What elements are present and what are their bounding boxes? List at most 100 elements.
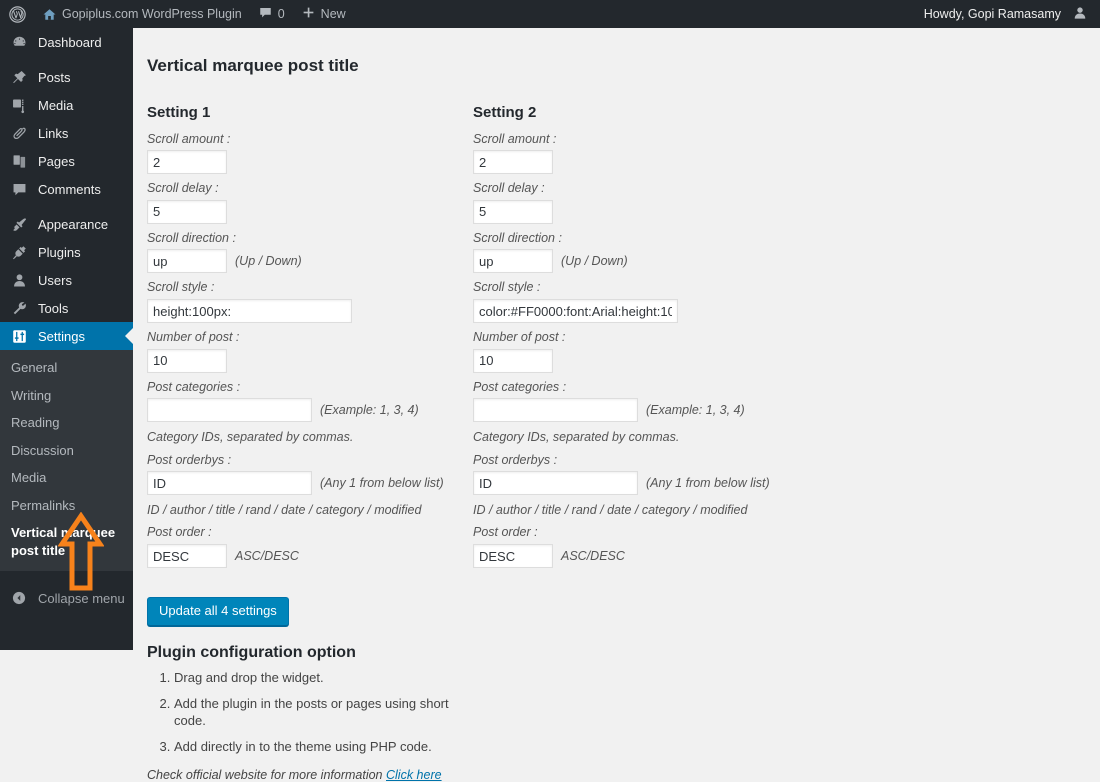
collapse-menu-button[interactable]: Collapse menu — [0, 581, 133, 615]
sidebar-item-label: Settings — [38, 328, 85, 344]
sidebar-item-users[interactable]: Users — [0, 266, 133, 294]
comment-bubble-icon — [9, 179, 29, 199]
sidebar-item-label: Comments — [38, 181, 101, 197]
sidebar-item-comments[interactable]: Comments — [0, 175, 133, 203]
wrench-icon — [9, 298, 29, 318]
sidebar-item-settings[interactable]: Settings — [0, 322, 133, 350]
sidebar-divider — [0, 56, 133, 63]
comments-count: 0 — [277, 7, 285, 21]
post-orderbys-input-2[interactable] — [473, 471, 638, 496]
comments-menu[interactable]: 0 — [250, 0, 293, 28]
click-here-link[interactable]: Click here — [386, 768, 442, 782]
link-icon — [9, 123, 29, 143]
wordpress-logo-button[interactable] — [0, 0, 34, 28]
plug-icon — [9, 242, 29, 262]
update-all-settings-button[interactable]: Update all 4 settings — [147, 597, 289, 627]
new-content-menu[interactable]: New — [293, 0, 354, 28]
submenu-item-discussion[interactable]: Discussion — [0, 437, 133, 465]
sidebar-item-label: Users — [38, 272, 72, 288]
sidebar-item-appearance[interactable]: Appearance — [0, 210, 133, 238]
post-categories-input-1[interactable] — [147, 398, 312, 423]
scroll-delay-input-1[interactable] — [147, 199, 227, 224]
sidebar-item-pages[interactable]: Pages — [0, 147, 133, 175]
scroll-delay-label-1: Scroll delay : — [147, 181, 219, 196]
sidebar-item-label: Tools — [38, 300, 69, 316]
number-of-post-row-2 — [473, 348, 799, 373]
post-orderbys-hint-1: (Any 1 from below list) — [320, 476, 444, 491]
scroll-amount-row-1 — [147, 150, 473, 175]
scroll-delay-input-2[interactable] — [473, 199, 553, 224]
post-categories-row-2: (Example: 1, 3, 4) — [473, 398, 799, 423]
comment-bubble-icon — [258, 5, 273, 23]
submenu-item-permalinks[interactable]: Permalinks — [0, 492, 133, 520]
settings-sliders-icon — [9, 326, 29, 346]
setting-2-heading: Setting 2 — [473, 104, 537, 122]
config-list-item: Add the plugin in the posts or pages usi… — [174, 696, 473, 730]
settings-submenu: General Writing Reading Discussion Media… — [0, 350, 133, 572]
post-order-label-1: Post order : — [147, 525, 212, 540]
scroll-style-row-2 — [473, 299, 799, 324]
scroll-direction-input-1[interactable] — [147, 249, 227, 274]
post-orderbys-label-2: Post orderbys : — [473, 452, 558, 467]
scroll-delay-row-1 — [147, 199, 473, 224]
dashboard-icon — [9, 32, 29, 52]
paintbrush-icon — [9, 214, 29, 234]
number-of-post-input-2[interactable] — [473, 348, 553, 373]
pin-icon — [9, 67, 29, 87]
account-menu[interactable]: Howdy, Gopi Ramasamy — [916, 0, 1100, 28]
post-categories-label-2: Post categories : — [473, 379, 567, 394]
settings-columns: Setting 1 Scroll amount : Scroll delay :… — [147, 81, 1080, 782]
submenu-item-writing[interactable]: Writing — [0, 382, 133, 410]
wordpress-logo-icon — [9, 5, 26, 23]
scroll-direction-row-1: (Up / Down) — [147, 249, 473, 274]
scroll-direction-row-2: (Up / Down) — [473, 249, 799, 274]
config-list-item: Add directly in to the theme using PHP c… — [174, 739, 473, 756]
post-order-input-1[interactable] — [147, 544, 227, 569]
scroll-style-input-1[interactable] — [147, 299, 352, 324]
number-of-post-input-1[interactable] — [147, 348, 227, 373]
submenu-item-general[interactable]: General — [0, 354, 133, 382]
sidebar-item-plugins[interactable]: Plugins — [0, 238, 133, 266]
home-icon — [42, 7, 57, 22]
post-categories-example-1: (Example: 1, 3, 4) — [320, 403, 419, 418]
sidebar-item-label: Dashboard — [38, 34, 102, 50]
submenu-item-reading[interactable]: Reading — [0, 409, 133, 437]
number-of-post-row-1 — [147, 348, 473, 373]
submenu-item-vertical-marquee-post-title[interactable]: Vertical marquee post title — [0, 519, 133, 564]
sidebar-item-label: Media — [38, 97, 74, 113]
sidebar-item-dashboard[interactable]: Dashboard — [0, 28, 133, 56]
scroll-amount-input-1[interactable] — [147, 150, 227, 175]
post-orderbys-note-2: ID / author / title / rand / date / cate… — [473, 503, 748, 518]
sidebar-item-label: Posts — [38, 69, 71, 85]
sidebar-item-links[interactable]: Links — [0, 119, 133, 147]
user-icon — [9, 270, 29, 290]
scroll-direction-input-2[interactable] — [473, 249, 553, 274]
official-website-note: Check official website for more informat… — [147, 768, 473, 782]
scroll-amount-input-2[interactable] — [473, 150, 553, 175]
post-categories-note-1: Category IDs, separated by commas. — [147, 430, 354, 445]
number-of-post-label-2: Number of post : — [473, 330, 566, 345]
official-website-text: Check official website for more informat… — [147, 767, 383, 782]
admin-bar: Gopiplus.com WordPress Plugin 0 New Howd… — [0, 0, 1100, 28]
sidebar-item-posts[interactable]: Posts — [0, 63, 133, 91]
post-categories-input-2[interactable] — [473, 398, 638, 423]
site-name-menu[interactable]: Gopiplus.com WordPress Plugin — [34, 0, 250, 28]
post-order-input-2[interactable] — [473, 544, 553, 569]
plus-icon — [301, 5, 316, 23]
scroll-style-label-1: Scroll style : — [147, 280, 215, 295]
post-orderbys-input-1[interactable] — [147, 471, 312, 496]
scroll-style-input-2[interactable] — [473, 299, 678, 324]
scroll-direction-hint-1: (Up / Down) — [235, 254, 302, 269]
scroll-style-row-1 — [147, 299, 473, 324]
sidebar-item-label: Links — [38, 125, 69, 141]
post-order-label-2: Post order : — [473, 525, 538, 540]
new-content-label: New — [320, 7, 346, 21]
site-name-label: Gopiplus.com WordPress Plugin — [62, 7, 242, 21]
post-orderbys-hint-2: (Any 1 from below list) — [646, 476, 770, 491]
sidebar-item-tools[interactable]: Tools — [0, 294, 133, 322]
submenu-item-media[interactable]: Media — [0, 464, 133, 492]
plugin-configuration-list: Drag and drop the widget. Add the plugin… — [147, 670, 473, 756]
scroll-direction-label-2: Scroll direction : — [473, 230, 562, 245]
sidebar-item-media[interactable]: Media — [0, 91, 133, 119]
main-content: Vertical marquee post title Setting 1 Sc… — [133, 28, 1100, 782]
